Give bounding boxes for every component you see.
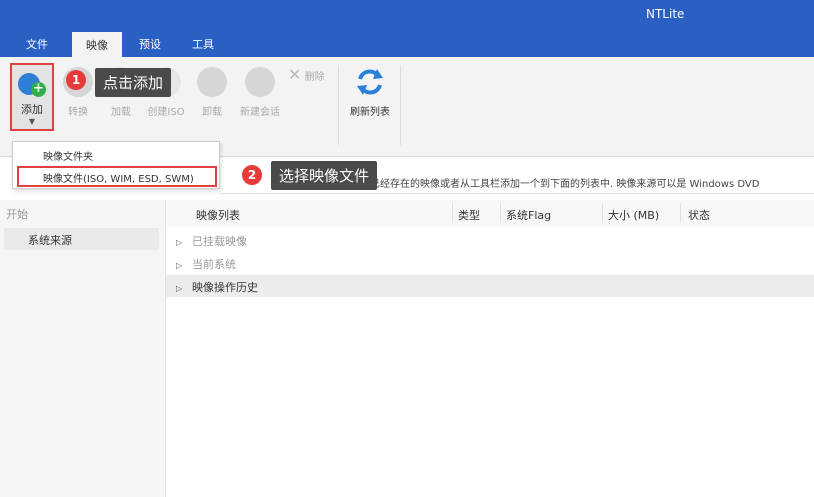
new-session-icon: [245, 67, 275, 97]
column-image-list[interactable]: 映像列表: [196, 207, 240, 223]
column-system-flag[interactable]: 系统Flag: [506, 207, 551, 223]
tree-row-mounted[interactable]: ▷ 已挂载映像: [166, 229, 814, 251]
table-header: 映像列表 类型 系统Flag 大小 (MB) 状态: [166, 200, 814, 227]
column-divider: [452, 203, 453, 223]
step1-callout: 点击添加: [95, 68, 172, 97]
app-title: NTLite: [646, 7, 685, 21]
refresh-list-button[interactable]: 刷新列表: [344, 67, 396, 118]
step2-callout: 选择映像文件: [271, 161, 378, 190]
column-divider: [500, 203, 501, 223]
menu-item-image-file[interactable]: 映像文件(ISO, WIM, ESD, SWM): [43, 170, 194, 185]
sidebar-item-system-source[interactable]: 系统来源: [4, 228, 159, 250]
delete-button[interactable]: ✕ 删除: [288, 65, 334, 84]
column-status[interactable]: 状态: [688, 207, 710, 223]
tab-presets[interactable]: 预设: [139, 36, 161, 52]
add-disk-icon: +: [18, 71, 46, 97]
ribbon-divider: [400, 65, 401, 145]
ribbon-tab-bar: 文件 映像 预设 工具: [0, 30, 814, 57]
column-divider: [602, 203, 603, 223]
menu-item-image-folder[interactable]: 映像文件夹: [43, 148, 93, 163]
tree-row-current-system[interactable]: ▷ 当前系统: [166, 252, 814, 274]
step1-badge: 1: [66, 70, 86, 90]
chevron-down-icon: ▼: [28, 117, 36, 126]
expand-arrow-icon[interactable]: ▷: [176, 261, 192, 270]
ribbon-divider: [338, 65, 339, 145]
expand-arrow-icon[interactable]: ▷: [176, 238, 192, 247]
step2-badge: 2: [242, 165, 262, 185]
unmount-disk-icon: [197, 67, 227, 97]
column-type[interactable]: 类型: [458, 207, 480, 223]
tree-row-history[interactable]: ▷ 映像操作历史: [166, 275, 814, 297]
unmount-button[interactable]: 卸载: [193, 67, 231, 118]
title-bar: NTLite: [0, 0, 814, 30]
info-text: 已经存在的映像或者从工具栏添加一个到下面的列表中. 映像来源可以是 Window…: [370, 179, 760, 190]
close-icon: ✕: [288, 65, 302, 84]
tab-image[interactable]: 映像: [72, 32, 122, 57]
tab-tools[interactable]: 工具: [192, 36, 214, 52]
tab-file[interactable]: 文件: [26, 36, 48, 52]
expand-arrow-icon[interactable]: ▷: [176, 284, 192, 293]
add-dropdown-menu: 映像文件夹 映像文件(ISO, WIM, ESD, SWM): [12, 141, 220, 189]
column-size[interactable]: 大小 (MB): [608, 207, 659, 223]
image-list-panel: 映像列表 类型 系统Flag 大小 (MB) 状态 ▷ 已挂载映像 ▷ 当前系统 ▷…: [166, 200, 814, 497]
new-session-button[interactable]: 新建会话: [235, 67, 285, 118]
sidebar-header: 开始: [6, 208, 28, 221]
sidebar: 开始 系统来源: [0, 200, 166, 497]
add-button-label: 添加: [21, 103, 43, 116]
add-button[interactable]: + 添加 ▼: [10, 63, 54, 131]
refresh-icon: [355, 67, 385, 97]
column-divider: [680, 203, 681, 223]
